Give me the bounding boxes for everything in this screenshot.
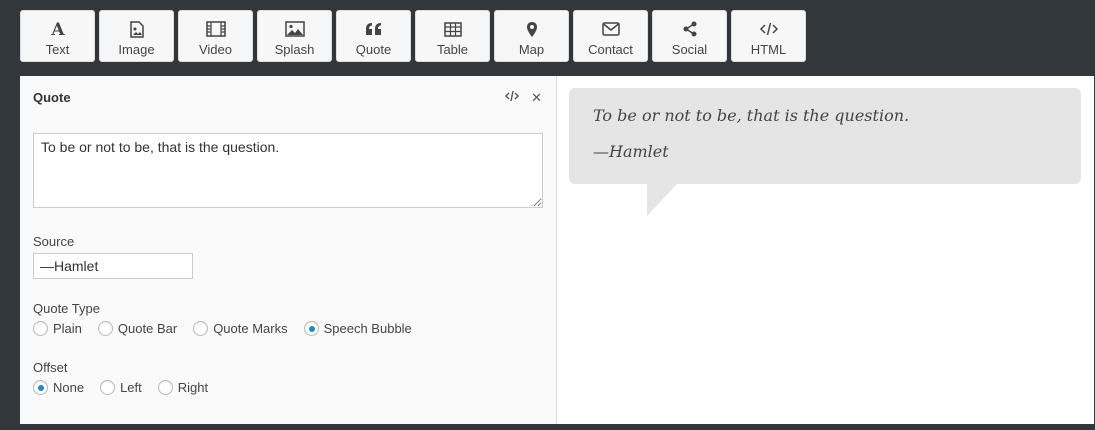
block-toolbar: A Text Image Video Splash Quote Table Ma… — [20, 10, 806, 62]
quote-editor: Quote ✕ To be or not to be, that is the … — [20, 76, 557, 424]
quote-icon — [362, 19, 386, 39]
toolbar-text-label: Text — [45, 42, 70, 57]
offset-group: None Left Right — [33, 380, 224, 395]
toolbar-contact-label: Contact — [588, 42, 633, 57]
splash-icon — [283, 19, 307, 39]
offset-none[interactable]: None — [33, 380, 84, 395]
toolbar-social-label: Social — [671, 42, 708, 57]
toolbar-quote-button[interactable]: Quote — [336, 10, 411, 62]
image-icon — [125, 19, 149, 39]
toolbar-splash-button[interactable]: Splash — [257, 10, 332, 62]
radio-quote-bar[interactable] — [97, 321, 113, 336]
quote-type-plain[interactable]: Plain — [33, 321, 82, 336]
editor-title: Quote — [33, 90, 71, 105]
speech-bubble: To be or not to be, that is the question… — [569, 88, 1081, 216]
code-view-icon[interactable] — [505, 90, 520, 106]
text-icon: A — [46, 19, 70, 39]
quote-type-group: Plain Quote Bar Quote Marks Speech Bubbl… — [33, 321, 428, 336]
offset-label: Offset — [33, 360, 68, 375]
radio-plain[interactable] — [33, 321, 48, 336]
close-icon[interactable]: ✕ — [531, 90, 542, 106]
toolbar-map-label: Map — [518, 42, 545, 57]
radio-label: Right — [177, 380, 209, 395]
toolbar-map-button[interactable]: Map — [494, 10, 569, 62]
radio-none[interactable] — [33, 380, 48, 395]
offset-right[interactable]: Right — [157, 380, 209, 395]
quote-type-label: Quote Type — [33, 301, 100, 316]
envelope-icon — [599, 19, 623, 39]
radio-label: Quote Marks — [213, 321, 288, 336]
svg-text:A: A — [50, 20, 65, 38]
radio-left[interactable] — [100, 380, 116, 395]
toolbar-contact-button[interactable]: Contact — [573, 10, 648, 62]
map-pin-icon — [520, 19, 544, 39]
preview-quote-text: To be or not to be, that is the question… — [593, 106, 910, 125]
radio-speech-bubble[interactable] — [303, 321, 319, 336]
toolbar-social-button[interactable]: Social — [652, 10, 727, 62]
quote-preview: To be or not to be, that is the question… — [557, 76, 1094, 424]
toolbar-splash-label: Splash — [274, 42, 315, 57]
offset-left[interactable]: Left — [100, 380, 142, 395]
quote-textarea[interactable]: To be or not to be, that is the question… — [33, 133, 543, 208]
source-input[interactable] — [33, 253, 193, 279]
toolbar-html-label: HTML — [750, 42, 787, 57]
quote-type-quote-bar[interactable]: Quote Bar — [97, 321, 178, 336]
toolbar-image-label: Image — [118, 42, 155, 57]
preview-quote-source: —Hamlet — [593, 142, 669, 161]
radio-label: Speech Bubble — [323, 321, 412, 336]
toolbar-html-button[interactable]: HTML — [731, 10, 806, 62]
toolbar-table-button[interactable]: Table — [415, 10, 490, 62]
radio-label: None — [53, 380, 85, 395]
radio-label: Quote Bar — [117, 321, 178, 336]
video-icon — [204, 19, 228, 39]
toolbar-quote-label: Quote — [355, 42, 392, 57]
toolbar-video-button[interactable]: Video — [178, 10, 253, 62]
share-icon — [678, 19, 702, 39]
radio-right[interactable] — [157, 380, 173, 395]
quote-type-speech-bubble[interactable]: Speech Bubble — [303, 321, 412, 336]
source-label: Source — [33, 234, 75, 249]
toolbar-image-button[interactable]: Image — [99, 10, 174, 62]
code-icon — [757, 19, 781, 39]
toolbar-text-button[interactable]: A Text — [20, 10, 95, 62]
quote-type-quote-marks[interactable]: Quote Marks — [193, 321, 288, 336]
radio-label: Left — [120, 380, 142, 395]
block-panel: Quote ✕ To be or not to be, that is the … — [20, 76, 1094, 424]
table-icon — [441, 19, 465, 39]
toolbar-table-label: Table — [436, 42, 469, 57]
editor-actions: ✕ — [505, 90, 542, 106]
radio-label: Plain — [53, 321, 82, 336]
toolbar-video-label: Video — [198, 42, 232, 57]
radio-quote-marks[interactable] — [193, 321, 209, 336]
